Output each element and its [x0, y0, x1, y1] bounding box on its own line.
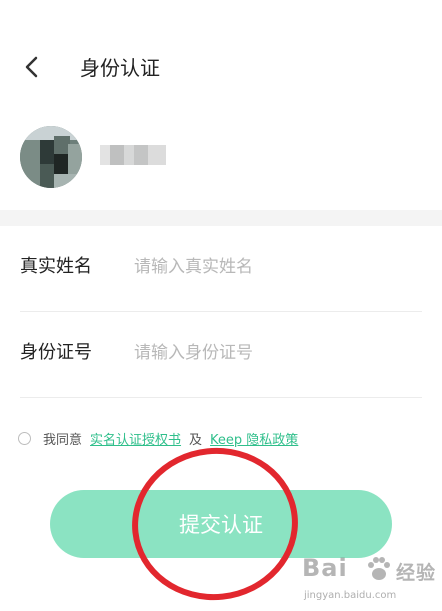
id-label: 身份证号 — [20, 342, 92, 363]
agreement-prefix: 我同意 — [43, 432, 83, 448]
chevron-left-icon — [25, 56, 38, 78]
watermark: Bai 经验 jingyan.baidu.com — [300, 552, 438, 608]
page-title: 身份认证 — [80, 56, 160, 80]
watermark-text: Bai — [302, 554, 348, 582]
name-label: 真实姓名 — [20, 256, 92, 277]
name-input[interactable] — [134, 248, 414, 286]
auth-letter-link[interactable]: 实名认证授权书 — [90, 429, 181, 448]
section-separator — [0, 210, 442, 226]
username — [100, 145, 166, 165]
agreement-conj: 及 — [189, 432, 203, 448]
watermark-brand: 经验 — [396, 562, 437, 584]
header: 身份认证 — [0, 0, 442, 210]
agreement: 我同意 实名认证授权书 及 Keep 隐私政策 — [18, 428, 298, 448]
id-row: 身份证号 — [0, 312, 442, 398]
back-button[interactable] — [18, 52, 48, 82]
privacy-policy-link[interactable]: Keep 隐私政策 — [210, 429, 298, 448]
paw-icon — [368, 557, 390, 580]
divider — [20, 397, 422, 398]
id-number-input[interactable] — [134, 334, 414, 372]
watermark-url: jingyan.baidu.com — [304, 590, 397, 601]
avatar[interactable] — [20, 126, 82, 188]
name-row: 真实姓名 — [0, 226, 442, 312]
annotation-circle — [124, 439, 306, 609]
agree-checkbox[interactable] — [18, 431, 31, 445]
